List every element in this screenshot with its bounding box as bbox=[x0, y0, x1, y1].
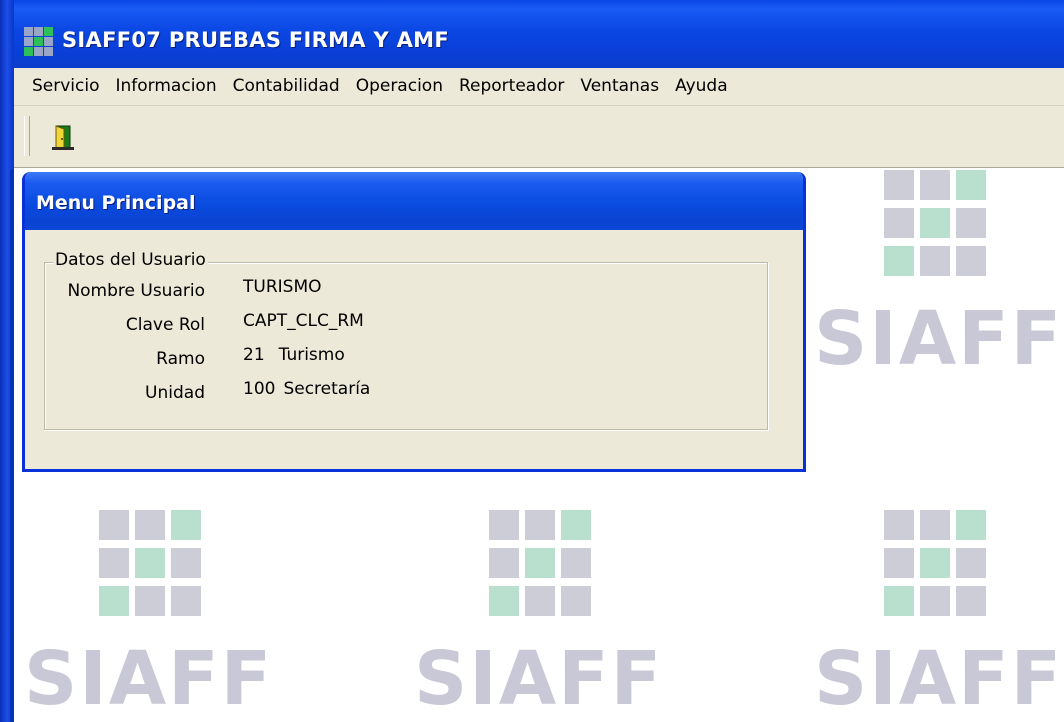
label-clave-rol: Clave Rol bbox=[125, 315, 205, 335]
menu-ventanas[interactable]: Ventanas bbox=[572, 68, 667, 105]
exit-door-icon bbox=[52, 125, 74, 150]
label-ramo: Ramo bbox=[156, 349, 205, 369]
label-unidad: Unidad bbox=[145, 383, 205, 403]
child-window-title: Menu Principal bbox=[36, 192, 196, 214]
value-clave-rol: CAPT_CLC_RM bbox=[243, 311, 364, 331]
value-unidad: 100 Secretaría bbox=[243, 379, 370, 399]
value-ramo: 21 Turismo bbox=[243, 345, 345, 365]
menu-ayuda[interactable]: Ayuda bbox=[667, 68, 736, 105]
toolbar-grip[interactable] bbox=[24, 116, 30, 156]
watermark-text: SIAFF bbox=[814, 636, 1064, 722]
siaff-watermark-logo-icon bbox=[884, 510, 986, 616]
menu-informacion[interactable]: Informacion bbox=[108, 68, 225, 105]
value-nombre-usuario: TURISMO bbox=[243, 277, 322, 297]
toolbar bbox=[14, 106, 1064, 170]
menu-reporteador[interactable]: Reporteador bbox=[451, 68, 572, 105]
ramo-name: Turismo bbox=[278, 345, 345, 365]
menu-operacion[interactable]: Operacion bbox=[348, 68, 451, 105]
child-title-bar[interactable]: Menu Principal bbox=[25, 172, 803, 230]
ramo-code: 21 bbox=[243, 345, 265, 365]
title-bar[interactable]: SIAFF07 PRUEBAS FIRMA Y AMF bbox=[0, 0, 1064, 68]
siaff-watermark-logo-icon bbox=[99, 510, 201, 616]
menu-servicio[interactable]: Servicio bbox=[20, 68, 108, 105]
app-window: SIAFF07 PRUEBAS FIRMA Y AMF Servicio Inf… bbox=[0, 0, 1064, 722]
siaff-watermark-logo-icon bbox=[489, 510, 591, 616]
unidad-name: Secretaría bbox=[283, 379, 371, 399]
siaff-watermark-logo-icon bbox=[884, 170, 986, 276]
watermark-text: SIAFF bbox=[814, 296, 1064, 382]
menu-contabilidad[interactable]: Contabilidad bbox=[225, 68, 348, 105]
window-title: SIAFF07 PRUEBAS FIRMA Y AMF bbox=[62, 28, 449, 52]
label-nombre-usuario: Nombre Usuario bbox=[67, 281, 205, 301]
menu-principal-window: Menu Principal Datos del Usuario Nombre … bbox=[22, 172, 806, 472]
groupbox-legend: Datos del Usuario bbox=[53, 250, 208, 270]
menu-bar: Servicio Informacion Contabilidad Operac… bbox=[14, 68, 1064, 106]
unidad-code: 100 bbox=[243, 379, 276, 399]
watermark-text: SIAFF bbox=[414, 636, 664, 722]
app-logo-icon bbox=[24, 27, 53, 56]
user-data-groupbox: Datos del Usuario Nombre Usuario TURISMO… bbox=[44, 250, 768, 430]
watermark-text: SIAFF bbox=[24, 636, 274, 722]
exit-button[interactable] bbox=[48, 122, 78, 152]
